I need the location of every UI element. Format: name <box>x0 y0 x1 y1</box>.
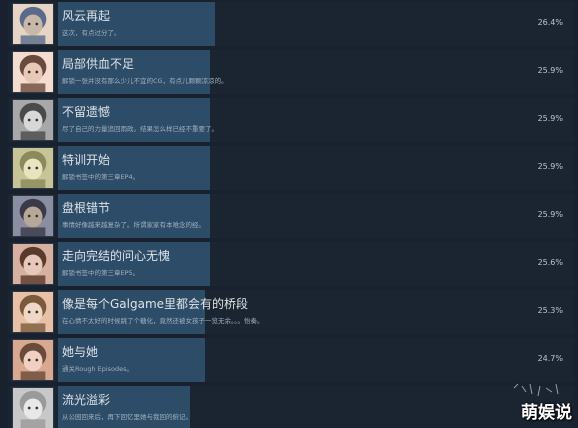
achievement-row[interactable]: 特训开始解锁书签中的第三章EP4。 25.9% <box>8 146 574 190</box>
achievement-title: 特训开始 <box>62 153 111 167</box>
watermark-text: 萌娱说 <box>521 403 572 423</box>
unlock-percentage: 25.6% <box>537 258 563 267</box>
achievement-row[interactable]: 走向完结的问心无愧解锁书签中的第三章EP5。 25.6% <box>8 242 574 286</box>
line-sketch-icon <box>12 387 54 428</box>
unlock-percentage: 25.9% <box>537 114 563 123</box>
sketch-icon <box>12 147 54 189</box>
achievement-description: 解锁书签中的第三章EP5。 <box>62 269 140 277</box>
achievement-title: 走向完结的问心无愧 <box>62 249 171 263</box>
achievement-description: 解锁一张并没有那么少儿不宜的CG，有点儿颗颗凉凉的。 <box>62 77 228 85</box>
unlock-percentage: 25.9% <box>537 210 563 219</box>
achievement-row[interactable]: 像是每个Galgame里都会有的桥段在心情不太好的时候跳了个糖化，竟然还被女孩子… <box>8 290 574 334</box>
girl-with-bow-icon <box>12 291 54 333</box>
achievement-description: 事情好像越来越复杂了。所谓家家有本难念的经。 <box>62 221 205 229</box>
achievement-row[interactable]: 风云再起这次，有点过分了。 26.4% <box>8 2 574 46</box>
blushing-girl-icon <box>12 51 54 93</box>
achievement-title: 盘根错节 <box>62 201 111 215</box>
man-face-icon <box>12 195 54 237</box>
achievement-title: 不留遗憾 <box>62 105 111 119</box>
achievement-description: 这次，有点过分了。 <box>62 29 121 37</box>
unlock-percentage: 26.4% <box>537 18 563 27</box>
achievement-description: 解锁书签中的第三章EP4。 <box>62 173 140 181</box>
two-boys-icon <box>12 3 54 45</box>
achievement-description: 在心情不太好的时候跳了个糖化，竟然还被女孩子一览无余。。。怡奏。 <box>62 317 264 325</box>
smiling-girl-icon <box>12 339 54 381</box>
achievement-title: 像是每个Galgame里都会有的桥段 <box>62 297 249 311</box>
watermark-logo: 萌娱说 <box>496 382 576 426</box>
achievement-title: 局部供血不足 <box>62 57 135 71</box>
achievement-row[interactable]: 不留遗憾尽了自己的力量追回雨政。结果怎么样已经不重要了。 25.9% <box>8 98 574 142</box>
unlock-percentage: 24.7% <box>537 354 563 363</box>
unlock-percentage: 25.9% <box>537 66 563 75</box>
achievement-list: 风云再起这次，有点过分了。 26.4% 局部供血不足解锁一张并没有那么少儿不宜的CG… <box>0 0 578 428</box>
brown-hair-girl-icon <box>12 243 54 285</box>
achievement-title: 她与她 <box>62 345 99 359</box>
achievement-title: 流光溢彩 <box>62 393 111 407</box>
unlock-percentage: 25.9% <box>537 162 563 171</box>
achievement-description: 尽了自己的力量追回雨政。结果怎么样已经不重要了。 <box>62 125 218 133</box>
achievement-row[interactable]: 她与她通关Rough Episodes。 24.7% <box>8 338 574 382</box>
achievement-description: 从公园回来后，再下回忆里她与我回的俯记。 <box>62 413 192 421</box>
achievement-title: 风云再起 <box>62 9 111 23</box>
unlock-percentage: 25.3% <box>537 306 563 315</box>
achievement-row[interactable]: 局部供血不足解锁一张并没有那么少儿不宜的CG，有点儿颗颗凉凉的。 25.9% <box>8 50 574 94</box>
achievement-description: 通关Rough Episodes。 <box>62 365 134 373</box>
achievement-row[interactable]: 流光溢彩从公园回来后，再下回忆里她与我回的俯记。 <box>8 386 574 428</box>
achievement-row[interactable]: 盘根错节事情好像越来越复杂了。所谓家家有本难念的经。 25.9% <box>8 194 574 238</box>
room-icon <box>12 99 54 141</box>
